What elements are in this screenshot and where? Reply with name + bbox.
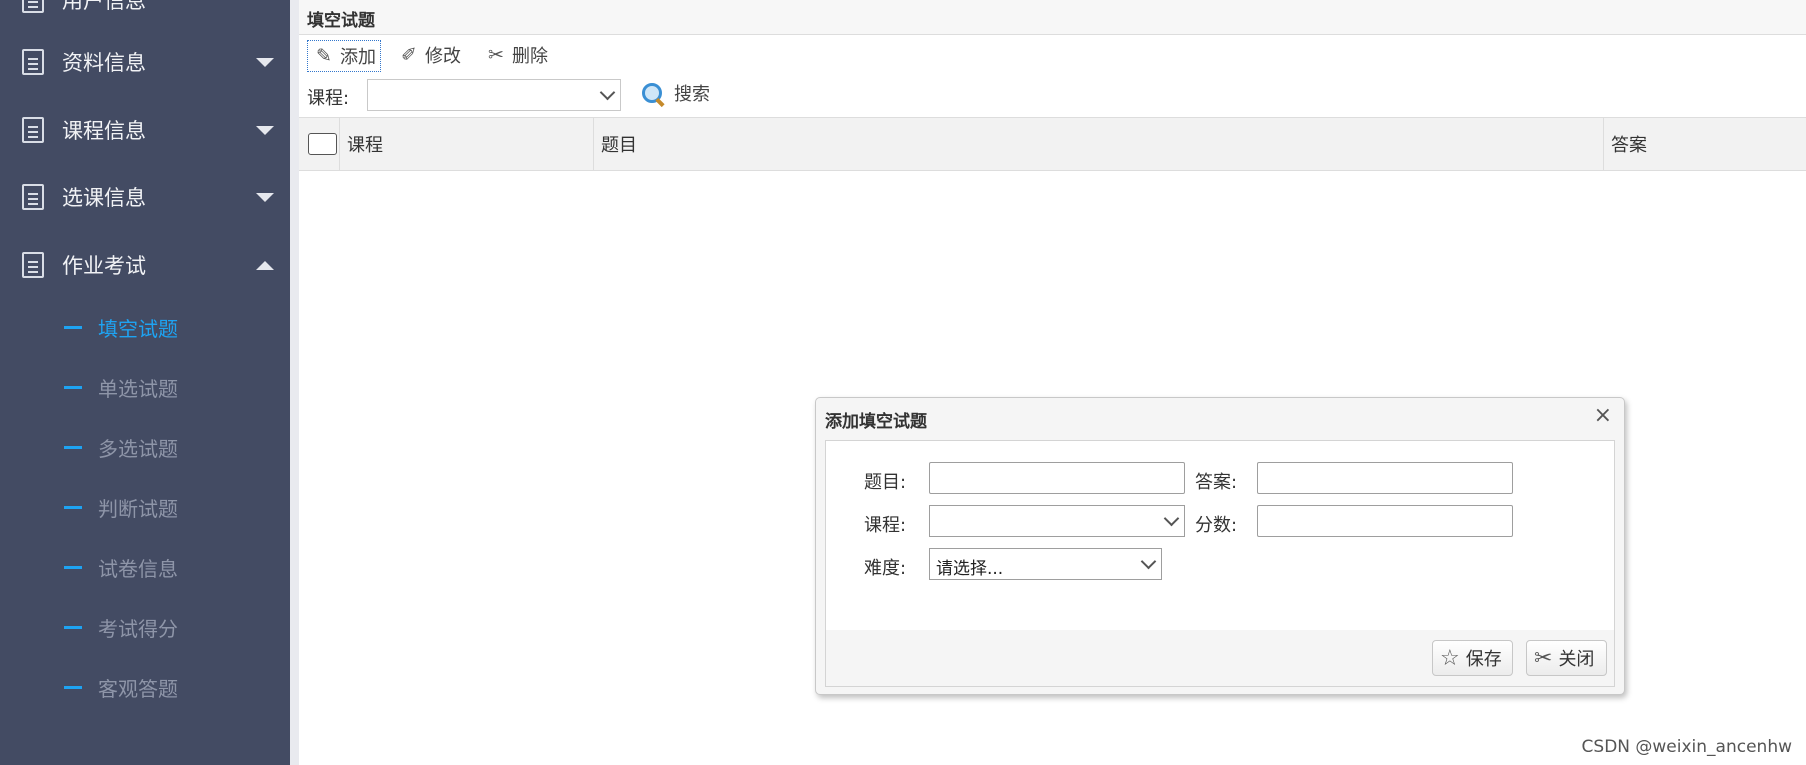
add-button[interactable]: ✎ 添加 bbox=[307, 40, 381, 72]
select-all-checkbox[interactable] bbox=[308, 133, 337, 155]
list-icon bbox=[22, 184, 44, 210]
course-select[interactable] bbox=[929, 505, 1185, 537]
dialog-title: 添加填空试题 bbox=[825, 412, 927, 432]
search-button[interactable]: 搜索 bbox=[642, 80, 710, 106]
sidebar-sub-exam-score[interactable]: 考试得分 bbox=[0, 607, 290, 647]
sidebar-sub-single-choice[interactable]: 单选试题 bbox=[0, 367, 290, 407]
list-icon bbox=[22, 117, 44, 143]
close-button-label: 关闭 bbox=[1558, 649, 1595, 670]
course-filter-label: 课程: bbox=[307, 88, 350, 109]
sidebar-menu-enrollment[interactable]: 选课信息 bbox=[0, 163, 290, 231]
list-icon bbox=[22, 252, 44, 278]
sidebar-sub-label: 试卷信息 bbox=[98, 556, 178, 581]
sidebar-sub-label: 多选试题 bbox=[98, 436, 178, 461]
edit-button[interactable]: ✐ 修改 bbox=[393, 40, 465, 70]
add-fill-blank-dialog: 添加填空试题 × 题目: 答案: 课程: 分数: 难度: 请选择... ☆ 保存… bbox=[815, 397, 1625, 695]
sidebar-sub-label: 单选试题 bbox=[98, 376, 178, 401]
column-header-question[interactable]: 题目 bbox=[594, 118, 1604, 170]
sidebar-menu-label: 课程信息 bbox=[62, 119, 146, 143]
question-label: 题目: bbox=[864, 472, 907, 493]
column-header-course[interactable]: 课程 bbox=[340, 118, 594, 170]
star-icon: ☆ bbox=[1440, 645, 1460, 671]
sidebar-menu-label: 选课信息 bbox=[62, 186, 146, 210]
toolbar: ✎ 添加 ✐ 修改 ✂ 删除 bbox=[299, 38, 1806, 74]
answer-label: 答案: bbox=[1195, 472, 1238, 493]
dash-icon bbox=[64, 385, 82, 389]
close-icon[interactable]: × bbox=[1594, 403, 1612, 428]
watermark: CSDN @weixin_ancenhw bbox=[1581, 737, 1792, 757]
sidebar-sub-label: 填空试题 bbox=[98, 316, 178, 341]
score-input[interactable] bbox=[1257, 505, 1513, 537]
dash-icon bbox=[64, 565, 82, 569]
dash-icon bbox=[64, 625, 82, 629]
score-label: 分数: bbox=[1195, 515, 1238, 536]
course-filter-select[interactable] bbox=[367, 79, 621, 111]
save-button-label: 保存 bbox=[1465, 649, 1502, 670]
list-icon bbox=[22, 0, 44, 13]
sidebar-menu-profile[interactable]: 资料信息 bbox=[0, 28, 290, 96]
sidebar-menu-label: 资料信息 bbox=[62, 51, 146, 75]
scissors-icon: ✂ bbox=[1534, 645, 1553, 671]
search-bar: 课程: 搜索 bbox=[299, 78, 1806, 114]
sidebar-menu-label: 作业考试 bbox=[62, 254, 146, 278]
sidebar-sub-multi-choice[interactable]: 多选试题 bbox=[0, 427, 290, 467]
search-icon bbox=[642, 83, 662, 103]
delete-button-label: 删除 bbox=[512, 46, 548, 67]
sidebar-sub-exam-paper[interactable]: 试卷信息 bbox=[0, 547, 290, 587]
dash-icon bbox=[64, 505, 82, 509]
save-button[interactable]: ☆ 保存 bbox=[1432, 640, 1513, 676]
sidebar: 用户信息 资料信息 课程信息 选课信息 作业考试 填空试题 单选试题 多选试题 … bbox=[0, 0, 290, 765]
edit-icon: ✐ bbox=[401, 44, 417, 66]
sidebar-menu-course[interactable]: 课程信息 bbox=[0, 96, 290, 164]
page-title: 填空试题 bbox=[307, 11, 375, 31]
difficulty-value: 请选择... bbox=[936, 559, 1004, 579]
sidebar-sub-fill-blank[interactable]: 填空试题 bbox=[0, 307, 290, 347]
chevron-down-icon[interactable] bbox=[1135, 549, 1161, 579]
question-input[interactable] bbox=[929, 462, 1185, 494]
list-icon bbox=[22, 49, 44, 75]
difficulty-label: 难度: bbox=[864, 558, 907, 579]
chevron-down-icon[interactable] bbox=[594, 80, 620, 110]
column-header-label: 题目 bbox=[601, 135, 637, 156]
sidebar-sub-true-false[interactable]: 判断试题 bbox=[0, 487, 290, 527]
dash-icon bbox=[64, 685, 82, 689]
pencil-icon: ✎ bbox=[316, 45, 332, 67]
dialog-form: 题目: 答案: 课程: 分数: 难度: 请选择... bbox=[825, 440, 1615, 632]
delete-button[interactable]: ✂ 删除 bbox=[480, 40, 552, 70]
edit-button-label: 修改 bbox=[425, 46, 461, 67]
sidebar-sub-label: 客观答题 bbox=[98, 676, 178, 701]
select-all-column bbox=[299, 118, 340, 170]
sidebar-sub-objective-answers[interactable]: 客观答题 bbox=[0, 667, 290, 707]
column-header-label: 答案 bbox=[1611, 135, 1647, 156]
sidebar-menu-homework-exam[interactable]: 作业考试 bbox=[0, 231, 290, 299]
answer-input[interactable] bbox=[1257, 462, 1513, 494]
caret-down-icon bbox=[256, 192, 274, 202]
grid-header: 课程 题目 答案 bbox=[299, 117, 1806, 171]
caret-down-icon bbox=[256, 57, 274, 67]
dash-icon bbox=[64, 325, 82, 329]
dialog-footer: ☆ 保存 ✂ 关闭 bbox=[825, 630, 1615, 687]
caret-up-icon bbox=[256, 260, 274, 270]
add-button-label: 添加 bbox=[340, 47, 376, 68]
difficulty-select[interactable]: 请选择... bbox=[929, 548, 1162, 580]
delete-icon: ✂ bbox=[488, 44, 504, 66]
dash-icon bbox=[64, 445, 82, 449]
course-label: 课程: bbox=[864, 515, 907, 536]
sidebar-menu-label: 用户信息 bbox=[62, 0, 146, 13]
close-button[interactable]: ✂ 关闭 bbox=[1526, 640, 1607, 676]
sidebar-sub-label: 考试得分 bbox=[98, 616, 178, 641]
sidebar-sub-label: 判断试题 bbox=[98, 496, 178, 521]
column-header-answer[interactable]: 答案 bbox=[1604, 118, 1806, 170]
chevron-down-icon[interactable] bbox=[1158, 506, 1184, 536]
column-header-label: 课程 bbox=[347, 135, 383, 156]
search-button-label: 搜索 bbox=[674, 84, 710, 105]
caret-down-icon bbox=[256, 125, 274, 135]
panel-header: 填空试题 bbox=[299, 0, 1806, 35]
